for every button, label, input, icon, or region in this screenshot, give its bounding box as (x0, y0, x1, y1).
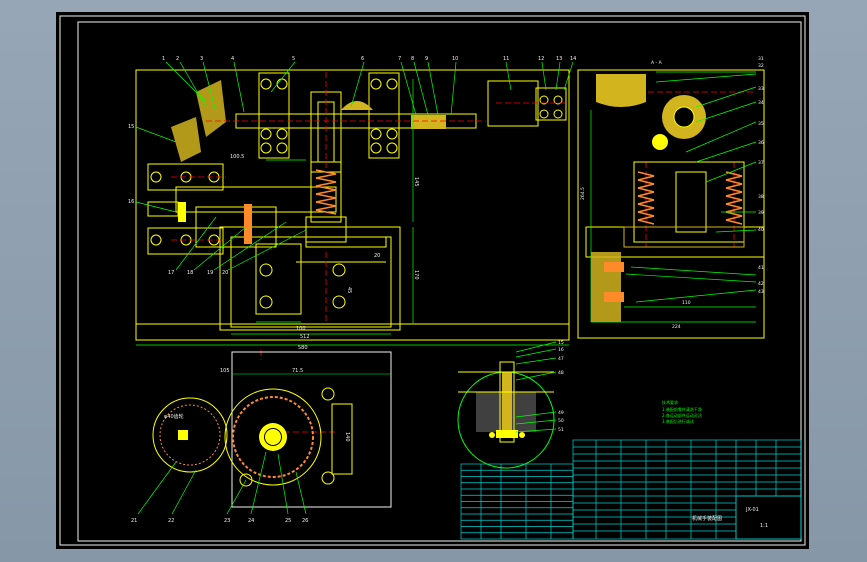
balloon-6: 6 (361, 56, 364, 62)
balloon-17: 17 (168, 270, 174, 276)
tech-req-line-3: 3.装配后进行调试 (662, 418, 694, 424)
drawing-scale: 1:1 (760, 523, 768, 529)
gear-label: φ40齿轮 (164, 413, 184, 420)
balloon-side-36: 36 (758, 140, 764, 146)
balloon-7: 7 (398, 56, 401, 62)
dim-105: 105 (220, 368, 230, 374)
dim-110: 110 (682, 300, 691, 306)
balloon-21: 21 (131, 518, 137, 524)
balloon-9: 9 (425, 56, 428, 62)
dim-264-5: 264.5 (580, 187, 586, 200)
balloon-19: 19 (207, 270, 213, 276)
dim-580: 580 (298, 345, 308, 351)
cad-drawing-viewport[interactable]: 1 2 3 4 5 6 7 8 9 10 11 12 13 14 15 16 1… (56, 12, 809, 549)
detail-balloon-48: 48 (558, 370, 564, 376)
dim-224: 224 (672, 324, 681, 330)
balloon-23: 23 (224, 518, 230, 524)
balloon-3: 3 (200, 56, 203, 62)
parts-list-table (460, 439, 802, 540)
main-view-hatching (171, 80, 446, 244)
cad-drawing-canvas: 1 2 3 4 5 6 7 8 9 10 11 12 13 14 15 16 1… (59, 15, 806, 546)
balloon-side-39: 39 (758, 210, 764, 216)
balloon-13: 13 (556, 56, 562, 62)
balloon-16-left: 16 (128, 199, 134, 205)
dim-20: 20 (374, 253, 380, 259)
balloon-2: 2 (176, 56, 179, 62)
title-block-frame (735, 495, 802, 540)
dim-145: 145 (413, 177, 419, 187)
detail-balloon-47: 47 (558, 356, 564, 362)
side-springs (637, 171, 743, 225)
dim-140: 140 (344, 432, 350, 442)
balloon-11: 11 (503, 56, 509, 62)
balloon-25: 25 (285, 518, 291, 524)
dim-100-5: 100.5 (230, 154, 244, 160)
balloon-18: 18 (187, 270, 193, 276)
side-view (577, 69, 765, 339)
dim-100: 100 (296, 326, 306, 332)
drawing-code: JX-01 (745, 507, 759, 513)
balloon-side-42: 42 (758, 281, 764, 287)
main-spring (315, 169, 337, 215)
tech-req-line-2: 2.各运动部件运动灵活 (662, 412, 702, 418)
balloon-side-33: 33 (758, 86, 764, 92)
balloon-1: 1 (162, 56, 165, 62)
detail-balloon-51: 51 (558, 427, 564, 433)
balloon-10: 10 (452, 56, 458, 62)
detail-balloon-15: 15 (558, 340, 564, 346)
balloon-22: 22 (168, 518, 174, 524)
dim-45: 45 (346, 287, 352, 293)
balloon-side-38: 38 (758, 194, 764, 200)
balloon-side-32: 32 (758, 63, 764, 69)
detail-balloon-16: 16 (558, 347, 564, 353)
balloon-20: 20 (222, 270, 228, 276)
balloon-8: 8 (411, 56, 414, 62)
balloon-24: 24 (248, 518, 254, 524)
detail-balloon-50: 50 (558, 418, 564, 424)
dim-71-5: 71.5 (292, 368, 303, 374)
balloon-side-40: 40 (758, 227, 764, 233)
balloon-side-34: 34 (758, 100, 764, 106)
detail-balloon-49: 49 (558, 410, 564, 416)
view-label-a-a: A - A (651, 60, 663, 66)
balloon-side-37: 37 (758, 160, 764, 166)
gear-leaders (137, 451, 307, 515)
drawing-outer-frame (59, 15, 806, 546)
balloon-side-41: 41 (758, 265, 764, 271)
detail-view (457, 361, 555, 469)
balloon-5: 5 (292, 56, 295, 62)
balloon-14: 14 (570, 56, 576, 62)
tech-requirements: 技术要求 1.装配前零件清洗干净 2.各运动部件运动灵活 3.装配后进行调试 (662, 399, 702, 424)
balloon-26: 26 (302, 518, 308, 524)
balloon-15-left: 15 (128, 124, 134, 130)
tech-req-line-1: 1.装配前零件清洗干净 (662, 406, 702, 412)
dim-512: 512 (300, 334, 310, 340)
balloon-side-31: 31 (758, 56, 764, 62)
tech-req-title: 技术要求 (662, 399, 678, 405)
gear-balloons: 21 22 23 24 25 26 (131, 518, 308, 524)
balloon-12: 12 (538, 56, 544, 62)
balloon-side-35: 35 (758, 121, 764, 127)
drawing-name: 机械手装配图 (692, 515, 722, 522)
balloon-side-43: 43 (758, 289, 764, 295)
balloon-4: 4 (231, 56, 234, 62)
detail-balloons: 15 16 47 48 49 50 51 (558, 340, 564, 433)
dim-170: 170 (413, 270, 419, 280)
